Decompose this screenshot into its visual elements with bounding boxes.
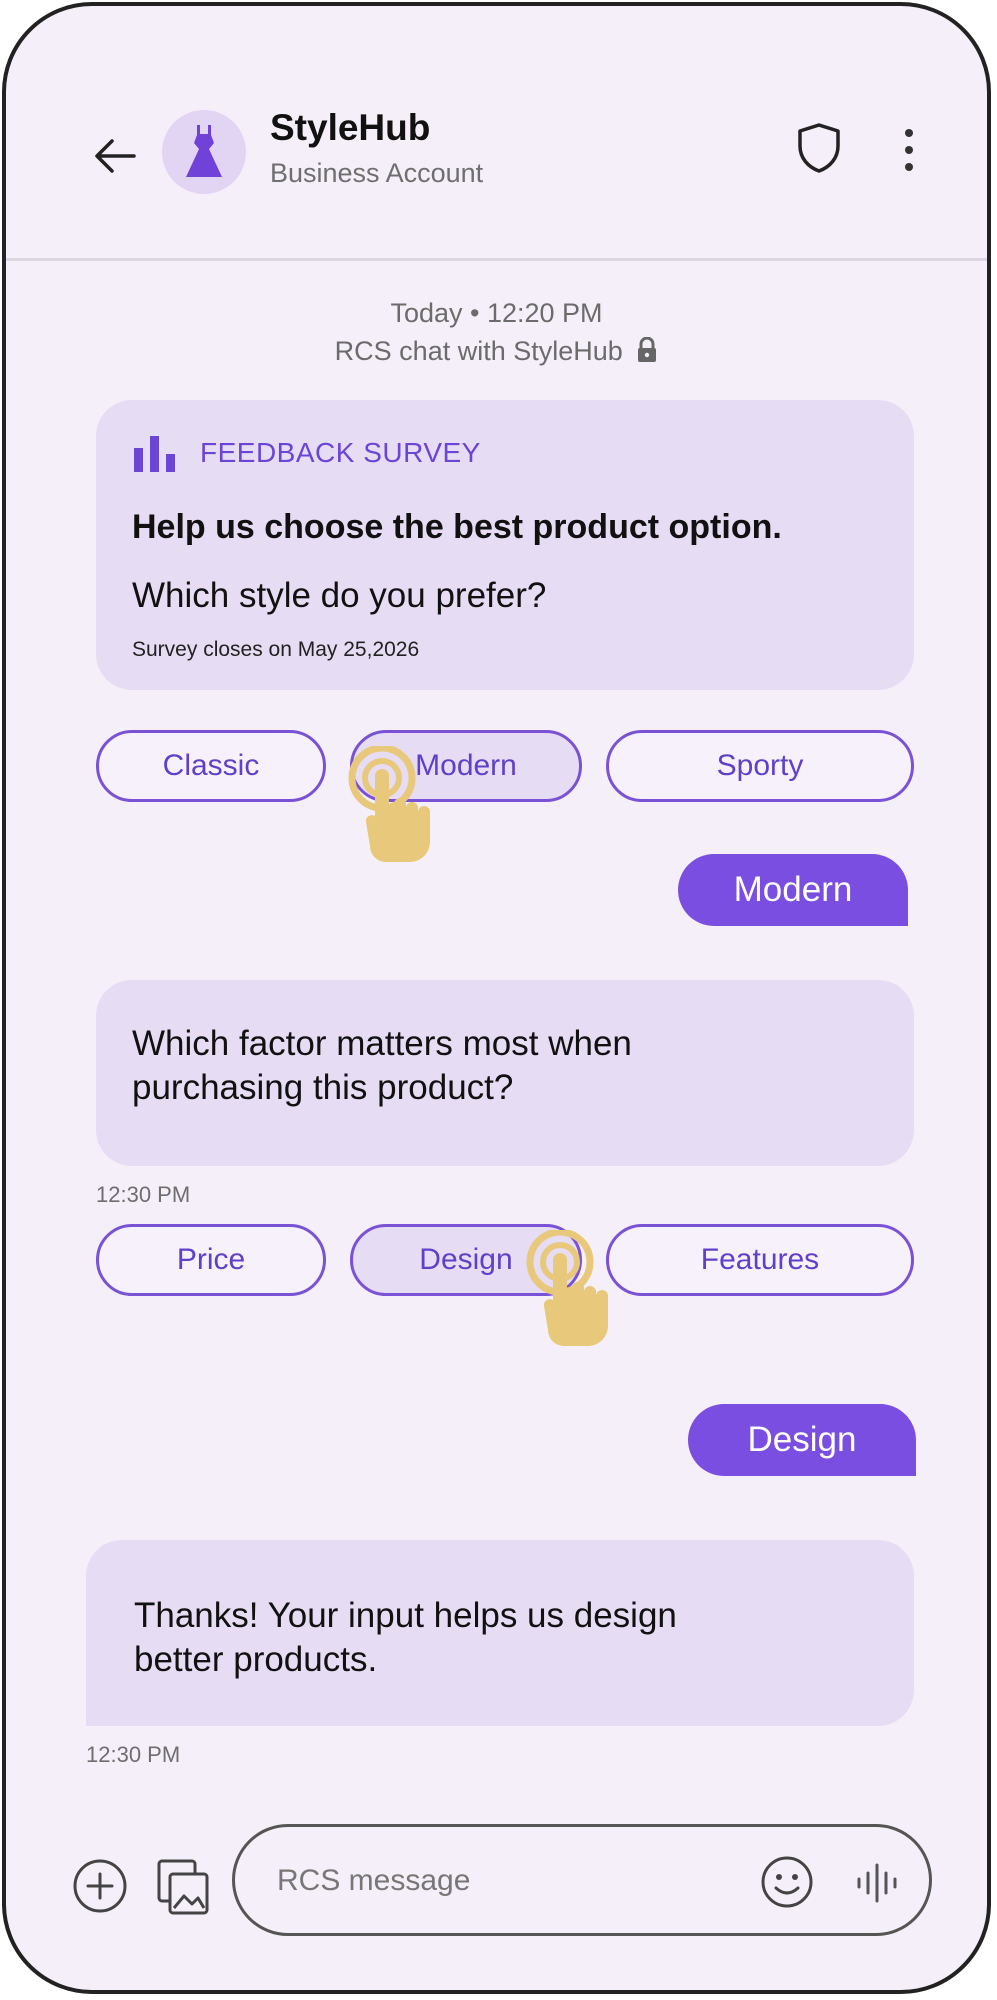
date-label: Today • 12:20 PM — [390, 298, 603, 328]
survey-card: FEEDBACK SURVEY Help us choose the best … — [96, 400, 914, 690]
question-line-1: Which factor matters most when — [132, 1024, 632, 1063]
question-bubble: Which factor matters most when purchasin… — [96, 980, 914, 1166]
phone-frame: StyleHub Business Account Today • 12:20 … — [2, 2, 991, 1994]
option-classic[interactable]: Classic — [96, 730, 326, 802]
option-sporty[interactable]: Sporty — [606, 730, 914, 802]
survey-label: FEEDBACK SURVEY — [200, 437, 481, 468]
question-line-2: purchasing this product? — [132, 1068, 514, 1107]
avatar[interactable] — [162, 110, 246, 194]
thanks-timestamp: 12:30 PM — [86, 1742, 181, 1767]
tap-hand-icon — [348, 746, 430, 862]
add-icon[interactable] — [72, 1858, 128, 1914]
sent-message-design: Design — [688, 1404, 916, 1476]
back-arrow-icon[interactable] — [90, 131, 140, 181]
question-timestamp: 12:30 PM — [96, 1182, 191, 1207]
option-features[interactable]: Features — [606, 1224, 914, 1296]
survey-question: Which style do you prefer? — [132, 576, 547, 615]
emoji-icon[interactable] — [760, 1855, 814, 1909]
message-input-box — [232, 1824, 932, 1936]
lock-icon — [638, 336, 657, 362]
business-name: StyleHub — [270, 107, 431, 148]
bar-chart-icon — [134, 436, 175, 472]
chat-header: StyleHub Business Account — [6, 6, 987, 261]
image-icon[interactable] — [156, 1858, 210, 1916]
thanks-line-1: Thanks! Your input helps us design — [134, 1596, 677, 1635]
survey-header: FEEDBACK SURVEY — [134, 434, 481, 472]
survey-title: Help us choose the best product option. — [132, 508, 782, 546]
tap-hand-icon — [526, 1230, 608, 1346]
thanks-line-2: better products. — [134, 1640, 378, 1679]
business-account-label: Business Account — [270, 158, 484, 188]
more-vert-icon[interactable] — [894, 126, 924, 174]
thanks-bubble: Thanks! Your input helps us design bette… — [86, 1540, 914, 1726]
voice-icon[interactable] — [853, 1859, 901, 1907]
message-input[interactable] — [275, 1855, 719, 1907]
sent-message-modern: Modern — [678, 854, 908, 926]
option-price[interactable]: Price — [96, 1224, 326, 1296]
rcs-note-text: RCS chat with StyleHub — [334, 336, 623, 366]
survey-close-date: Survey closes on May 25,2026 — [132, 638, 420, 661]
dress-icon — [186, 125, 222, 177]
rcs-note: RCS chat with StyleHub — [6, 336, 987, 367]
shield-icon[interactable] — [796, 122, 842, 174]
